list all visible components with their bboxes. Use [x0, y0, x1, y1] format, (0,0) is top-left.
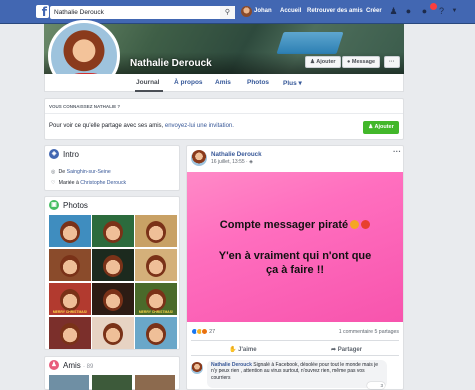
location-pin-icon: ◎ — [51, 169, 56, 175]
like-button[interactable]: ✋ J'aime — [229, 346, 257, 353]
angry-reaction-icon — [201, 328, 208, 335]
post-options-button[interactable]: ··· — [393, 147, 401, 156]
tab-friends[interactable]: Amis — [215, 79, 231, 86]
cover-pool-graphic — [276, 32, 344, 54]
nav-create-link[interactable]: Créer — [366, 8, 382, 14]
friend-thumbnail[interactable] — [135, 375, 175, 390]
message-button[interactable]: ● Message — [342, 56, 381, 68]
nav-find-friends-link[interactable]: Retrouver des amis — [307, 8, 363, 14]
tab-photos[interactable]: Photos — [247, 79, 269, 86]
search-input[interactable]: Nathalie Derouck — [50, 6, 235, 19]
more-options-button[interactable]: ··· — [384, 56, 400, 68]
share-button[interactable]: ➦ Partager — [331, 346, 362, 353]
nav-profile-link[interactable]: Johan — [254, 8, 272, 14]
prompt-heading: VOUS CONNAISSEZ NATHALIE ? — [49, 104, 121, 109]
post-reactions[interactable]: 27 — [191, 328, 215, 335]
intro-title: Intro — [63, 150, 80, 159]
post-comment-share-counts[interactable]: 1 commentaire 5 partages — [339, 329, 399, 335]
photos-icon: ▣ — [49, 200, 59, 210]
hometown-link[interactable]: Sainghin-sur-Seine — [67, 169, 111, 175]
intro-relationship: ♡ Mariée à Christophe Derouck — [51, 180, 127, 186]
post-image[interactable]: Compte messager piraté Y'en à vraiment q… — [187, 172, 403, 322]
prompt-text: Pour voir ce qu'elle partage avec ses am… — [49, 123, 234, 129]
photo-thumbnail[interactable]: MERRY CHRISTMAS! — [49, 283, 91, 315]
comment-bubble: Nathalie Derouck Signalé à Facebook, dés… — [207, 360, 387, 388]
public-globe-icon: ◈ — [249, 159, 253, 165]
facebook-logo-icon[interactable]: f — [36, 5, 49, 19]
post-timestamp[interactable]: 16 juillet, 13:55 · ◈ — [211, 159, 253, 165]
friends-title[interactable]: Amis · 89 — [63, 361, 93, 370]
photo-thumbnail[interactable] — [135, 317, 177, 349]
top-navigation-bar: f Nathalie Derouck ⚲ Johan Accueil Retro… — [0, 0, 475, 24]
add-friend-button[interactable]: ♟ Ajouter — [305, 56, 341, 68]
photo-caption: MERRY CHRISTMAS! — [138, 310, 174, 314]
notifications-icon[interactable]: ● — [419, 6, 430, 17]
spouse-link[interactable]: Christophe Derouck — [80, 180, 126, 186]
photos-card: ▣ Photos MERRY CHRISTMAS! MERRY CHRISTMAS… — [44, 196, 180, 350]
photo-thumbnail[interactable] — [135, 215, 177, 247]
photo-thumbnail[interactable]: MERRY CHRISTMAS! — [135, 283, 177, 315]
friends-card: ♟ Amis · 89 — [44, 356, 180, 390]
photo-thumbnail[interactable] — [135, 249, 177, 281]
comment-author-avatar[interactable] — [191, 362, 203, 374]
photo-thumbnail[interactable] — [92, 283, 134, 315]
messenger-icon[interactable]: ● — [403, 6, 414, 17]
share-arrow-icon: ➦ — [331, 347, 337, 353]
thumbs-up-icon: ✋ — [229, 347, 237, 353]
tab-about[interactable]: À propos — [174, 79, 203, 86]
post-image-line1: Compte messager piraté — [187, 219, 403, 231]
photo-thumbnail[interactable] — [49, 317, 91, 349]
post-author-name[interactable]: Nathalie Derouck — [211, 151, 262, 158]
friend-thumbnail[interactable] — [92, 375, 132, 390]
heart-icon: ♡ — [51, 180, 56, 186]
page-scroll-margin — [462, 24, 475, 390]
angry-emoji-icon — [361, 220, 371, 229]
prompt-add-friend-button[interactable]: ♟ Ajouter — [363, 121, 399, 134]
photos-title[interactable]: Photos — [63, 201, 88, 210]
friends-icon: ♟ — [49, 360, 59, 370]
photo-thumbnail[interactable] — [49, 249, 91, 281]
search-icon[interactable]: ⚲ — [220, 6, 235, 19]
profile-name[interactable]: Nathalie Derouck — [130, 58, 212, 69]
send-invitation-link[interactable]: envoyez-lui une invitation. — [165, 123, 234, 129]
intro-hometown: ◎ De Sainghin-sur-Seine — [51, 169, 111, 175]
timeline-post: Nathalie Derouck 16 juillet, 13:55 · ◈ ·… — [186, 145, 404, 390]
intro-card: ◈ Intro ◎ De Sainghin-sur-Seine ♡ Mariée à… — [44, 145, 180, 191]
add-friend-prompt-card: VOUS CONNAISSEZ NATHALIE ? Pour voir ce … — [44, 98, 404, 140]
user-avatar[interactable] — [241, 6, 252, 17]
friend-requests-icon[interactable]: ♟ — [388, 6, 399, 17]
comment-author-name[interactable]: Nathalie Derouck — [211, 362, 252, 368]
tab-more[interactable]: Plus ▾ — [283, 79, 302, 87]
tab-journal[interactable]: Journal — [136, 79, 159, 86]
friend-thumbnail[interactable] — [49, 375, 89, 390]
nav-home-link[interactable]: Accueil — [280, 8, 301, 14]
photo-thumbnail[interactable] — [92, 317, 134, 349]
angry-emoji-icon — [350, 220, 360, 229]
photo-thumbnail[interactable] — [92, 215, 134, 247]
help-icon[interactable]: ? — [436, 6, 447, 17]
comment-reaction-count[interactable]: 3 — [367, 382, 385, 389]
photo-caption: MERRY CHRISTMAS! — [52, 310, 88, 314]
globe-icon: ◈ — [49, 149, 59, 159]
photo-thumbnail[interactable] — [49, 215, 91, 247]
post-image-line2: Y'en à vraiment qui n'ont que ça à faire … — [218, 250, 372, 276]
post-author-avatar[interactable] — [191, 150, 207, 166]
account-menu-chevron-down-icon[interactable]: ▼ — [449, 6, 460, 17]
photo-thumbnail[interactable] — [92, 249, 134, 281]
profile-tabs: Journal À propos Amis Photos Plus ▾ — [44, 74, 404, 92]
